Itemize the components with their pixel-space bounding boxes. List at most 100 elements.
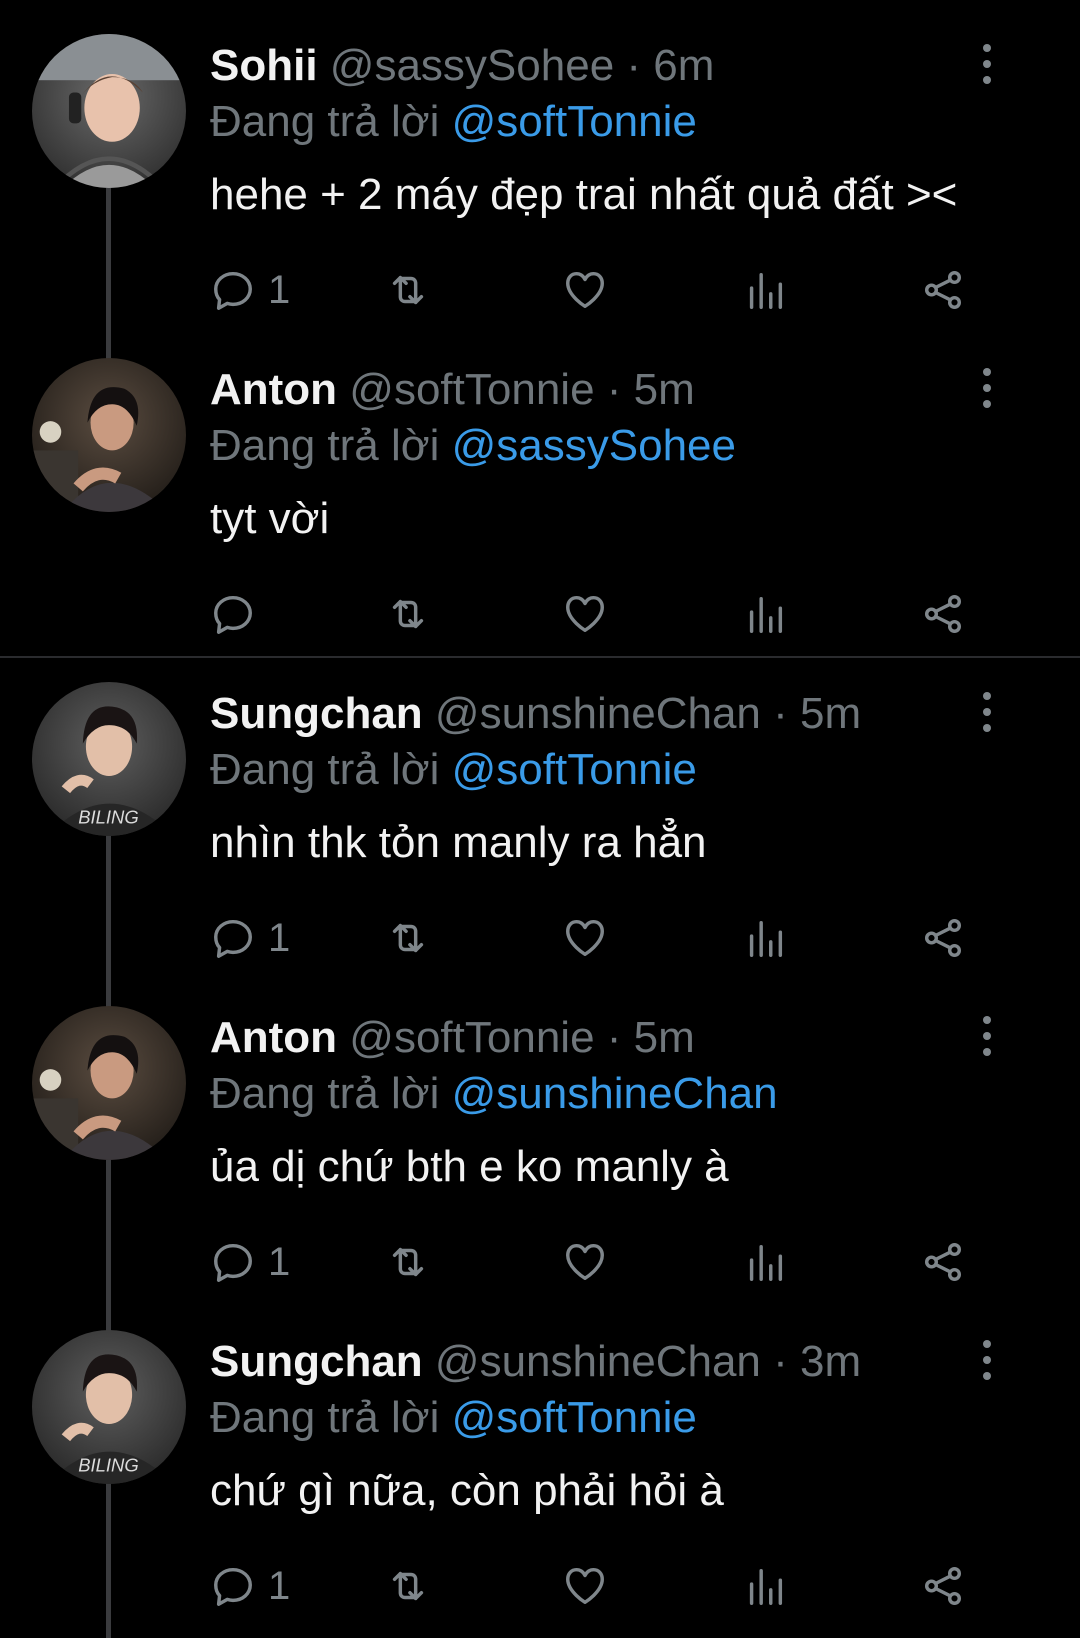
tweet-text: tyt vời [210, 494, 330, 543]
views-button[interactable] [742, 1560, 788, 1612]
tweet-header: Anton @softTonnie · 5m [210, 364, 695, 416]
tweet-header: Sungchan @sunshineChan · 3m [210, 1336, 861, 1388]
tweet-5[interactable]: BILING Sungchan @sunshineChan · 3m Đang … [0, 1328, 1080, 1638]
like-button[interactable] [562, 588, 608, 640]
share-button[interactable] [920, 264, 966, 316]
tweet-4[interactable]: Anton @softTonnie · 5m Đang trả lời @sun… [0, 1004, 1080, 1344]
views-icon [749, 272, 783, 309]
more-icon[interactable] [972, 44, 1002, 84]
mention-link[interactable]: @softTonnie [452, 97, 697, 146]
mention-link[interactable]: @softTonnie [452, 1393, 697, 1442]
mention-link[interactable]: @sunshineChan [452, 1069, 778, 1118]
timestamp[interactable]: 5m [634, 365, 695, 414]
avatar-anton[interactable] [32, 358, 186, 512]
mention-link[interactable]: @sassySohee [452, 421, 736, 470]
views-button[interactable] [742, 912, 788, 964]
thread-divider [0, 656, 1080, 658]
tweet-3[interactable]: BILING Sungchan @sunshineChan · 5m Đang … [0, 680, 1080, 1020]
reply-count: 1 [268, 915, 291, 960]
avatar-anton[interactable] [32, 1006, 186, 1160]
display-name[interactable]: Sungchan [210, 689, 423, 738]
reply-count: 1 [268, 267, 291, 312]
reply-button[interactable]: 1 [210, 912, 290, 964]
more-icon[interactable] [972, 692, 1002, 732]
reply-icon [214, 1567, 252, 1606]
replying-to: Đang trả lời @softTonnie [210, 1392, 697, 1444]
tweet-header: Anton @softTonnie · 5m [210, 1012, 695, 1064]
like-button[interactable] [562, 912, 608, 964]
more-icon[interactable] [972, 1340, 1002, 1380]
retweet-button[interactable] [385, 264, 431, 316]
views-button[interactable] [742, 264, 788, 316]
reply-button[interactable]: 1 [210, 1560, 290, 1612]
views-icon [749, 596, 783, 633]
timestamp[interactable]: 6m [653, 41, 714, 90]
share-button[interactable] [920, 1236, 966, 1288]
reply-prefix: Đang trả lời [210, 1069, 440, 1118]
retweet-button[interactable] [385, 912, 431, 964]
separator-dot: · [626, 41, 642, 90]
svg-text:BILING: BILING [78, 807, 139, 828]
more-icon[interactable] [972, 368, 1002, 408]
like-button[interactable] [562, 1236, 608, 1288]
separator-dot: · [773, 1337, 788, 1386]
user-handle[interactable]: @softTonnie [349, 365, 594, 414]
svg-text:BILING: BILING [78, 1455, 139, 1476]
display-name[interactable]: Sohii [210, 41, 318, 90]
timestamp[interactable]: 5m [800, 689, 861, 738]
avatar-sohii[interactable] [32, 34, 186, 188]
retweet-icon [392, 599, 424, 629]
tweet-text: nhìn thk tỏn manly ra hẳn [210, 818, 707, 867]
views-button[interactable] [742, 588, 788, 640]
retweet-button[interactable] [385, 588, 431, 640]
retweet-icon [392, 1247, 424, 1277]
reply-button[interactable]: 1 [210, 264, 290, 316]
tweet-header: Sungchan @sunshineChan · 5m [210, 688, 861, 740]
more-icon[interactable] [972, 1016, 1002, 1056]
like-button[interactable] [562, 1560, 608, 1612]
thread-line [106, 1478, 111, 1638]
retweet-button[interactable] [385, 1236, 431, 1288]
tweet-actions: 1 [210, 264, 1010, 316]
like-icon [566, 919, 604, 957]
display-name[interactable]: Anton [210, 1013, 337, 1062]
share-icon [924, 1567, 962, 1605]
timestamp[interactable]: 5m [634, 1013, 695, 1062]
mention-link[interactable]: @softTonnie [452, 745, 697, 794]
user-handle[interactable]: @sunshineChan [435, 1337, 761, 1386]
display-name[interactable]: Anton [210, 365, 337, 414]
views-icon [749, 1244, 783, 1281]
tweet-actions: 1 [210, 1560, 1010, 1612]
retweet-button[interactable] [385, 1560, 431, 1612]
tweet-text: hehe + 2 máy đẹp trai nhất quả đất >< [210, 170, 958, 219]
avatar-sungchan[interactable]: BILING [32, 682, 186, 836]
replying-to: Đang trả lời @sassySohee [210, 420, 736, 472]
user-handle[interactable]: @sunshineChan [435, 689, 761, 738]
tweet-2[interactable]: Anton @softTonnie · 5m Đang trả lời @sas… [0, 356, 1080, 646]
share-button[interactable] [920, 588, 966, 640]
separator-dot: · [606, 365, 622, 414]
avatar-sungchan[interactable]: BILING [32, 1330, 186, 1484]
share-button[interactable] [920, 1560, 966, 1612]
like-button[interactable] [562, 264, 608, 316]
reply-button[interactable]: 1 [210, 1236, 290, 1288]
user-handle[interactable]: @softTonnie [349, 1013, 594, 1062]
tweet-1[interactable]: Sohii @sassySohee · 6m Đang trả lời @sof… [0, 32, 1080, 382]
thread-line [106, 830, 111, 1020]
thread-line [106, 182, 111, 382]
like-icon [566, 271, 604, 309]
reply-button[interactable] [210, 588, 268, 640]
tweet-actions: 1 [210, 912, 1010, 964]
share-icon [924, 1243, 962, 1281]
reply-prefix: Đang trả lời [210, 97, 440, 146]
views-button[interactable] [742, 1236, 788, 1288]
display-name[interactable]: Sungchan [210, 1337, 423, 1386]
timestamp[interactable]: 3m [800, 1337, 861, 1386]
share-button[interactable] [920, 912, 966, 964]
reply-icon [214, 1243, 252, 1282]
views-icon [749, 1568, 783, 1605]
reply-prefix: Đang trả lời [210, 1393, 440, 1442]
replying-to: Đang trả lời @sunshineChan [210, 1068, 778, 1120]
like-icon [566, 1243, 604, 1281]
user-handle[interactable]: @sassySohee [330, 41, 614, 90]
